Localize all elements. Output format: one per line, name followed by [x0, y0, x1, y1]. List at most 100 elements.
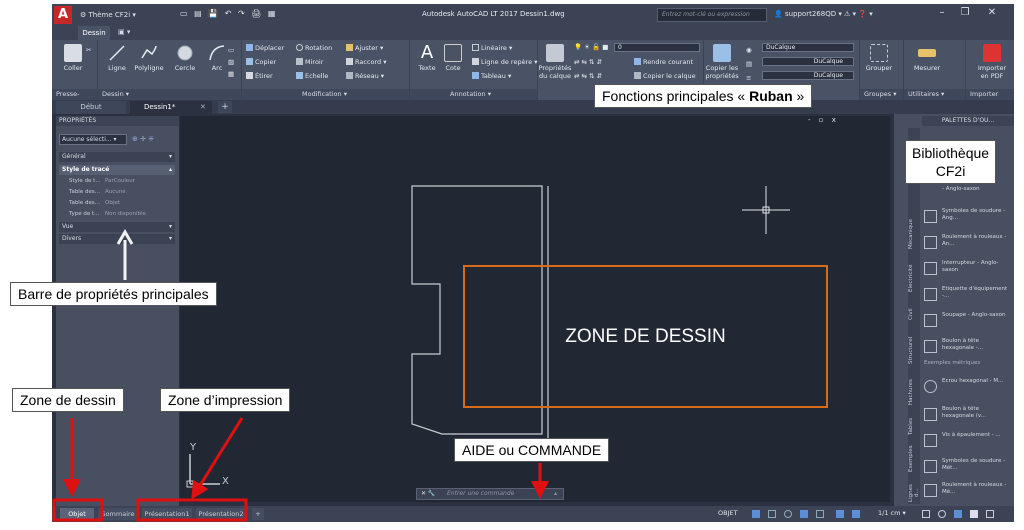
- layer-state-icons[interactable]: 💡 ☀ 🔓 ■: [574, 43, 608, 51]
- workspace-selector[interactable]: ⚙ Thème CF2i ▾: [80, 8, 170, 22]
- palette-tab[interactable]: Tables: [908, 414, 920, 438]
- plus-icon[interactable]: [922, 510, 930, 518]
- layout-tab-sommaire[interactable]: Sommaire: [98, 508, 138, 520]
- ligne-button[interactable]: Ligne: [102, 44, 132, 72]
- palette-tab[interactable]: Structurel: [908, 330, 920, 370]
- palette-item[interactable]: Symboles de soudure - Mét...: [924, 456, 1012, 480]
- palette-item[interactable]: Boulon à tête hexagonale -...: [924, 336, 1012, 360]
- layout-tab-presentation2[interactable]: Présentation2: [196, 508, 246, 520]
- lineaire-button[interactable]: Linéaire ▾: [472, 44, 512, 52]
- section-vue[interactable]: Vue ▾: [59, 222, 175, 232]
- lineweight-dropdown[interactable]: DuCalque: [762, 71, 854, 80]
- copier-calque-button[interactable]: Copier le calque: [634, 72, 696, 80]
- command-line[interactable]: ✕ 🔧 Entrer une commande ▴: [416, 488, 564, 500]
- model-space-toggle[interactable]: OBJET: [718, 509, 738, 517]
- workspace-icon[interactable]: [852, 510, 860, 518]
- new-tab-icon[interactable]: +: [218, 101, 232, 113]
- palette-item[interactable]: Boulon à tête hexagonale (v...: [924, 404, 1012, 428]
- maximize-icon[interactable]: ❐: [955, 7, 975, 18]
- polar-icon[interactable]: [816, 510, 824, 518]
- coller-button[interactable]: Coller: [58, 44, 88, 72]
- ligne-repere-button[interactable]: Ligne de repère ▾: [472, 58, 537, 66]
- palette-item[interactable]: - Anglo-saxon: [924, 184, 1012, 208]
- annotation-scale-icon[interactable]: [836, 510, 844, 518]
- layout-tab-presentation1[interactable]: Présentation1: [142, 508, 192, 520]
- tab-dessin[interactable]: Dessin: [78, 26, 110, 40]
- command-history-icon[interactable]: ▴: [554, 489, 557, 499]
- scale-dropdown[interactable]: 1/1 cm ▾: [878, 509, 906, 517]
- user-account[interactable]: 👤 support268QD ▾ ⚠ ▾ ❓ ▾: [774, 10, 873, 18]
- layer-dropdown[interactable]: 0: [614, 43, 700, 52]
- layer-tool-icons-2[interactable]: ⇄ ⇆ ⇅ ⇵: [574, 72, 602, 80]
- palette-item[interactable]: Roulement à rouleaux - An...: [924, 232, 1012, 256]
- minimize-icon[interactable]: –: [932, 7, 952, 18]
- copier-button[interactable]: Copier: [246, 58, 276, 66]
- quick-access-toolbar-icon[interactable]: ▭ ▤ 💾 ↶ ↷ 🖨 ▦: [180, 9, 277, 18]
- section-divers[interactable]: Divers ▾: [59, 234, 175, 244]
- close-icon[interactable]: ✕: [982, 7, 1002, 18]
- ortho-icon[interactable]: [800, 510, 808, 518]
- ribbon-tab-extra-icon[interactable]: ▣ ▾: [118, 28, 130, 36]
- palette-tab[interactable]: Mécanique: [908, 214, 920, 254]
- viewport-controls[interactable]: - ▫ x: [808, 116, 839, 124]
- command-input[interactable]: Entrer une commande: [447, 489, 514, 499]
- copier-proprietes-button[interactable]: Copier les propriétés: [704, 44, 740, 80]
- tableau-button[interactable]: Tableau ▾: [472, 72, 511, 80]
- palette-item[interactable]: Ecrou hexagonal - M...: [924, 376, 1012, 400]
- reseau-button[interactable]: Réseau ▾: [346, 72, 384, 80]
- deplacer-button[interactable]: Déplacer: [246, 44, 284, 52]
- color-dropdown[interactable]: DuCalque: [762, 43, 854, 52]
- rendre-courant-button[interactable]: Rendre courant: [634, 58, 693, 66]
- palette-tab[interactable]: Lignes d...: [908, 480, 920, 506]
- palette-item[interactable]: Interrupteur - Anglo-saxon: [924, 258, 1012, 282]
- palette-item[interactable]: Vis à épaulement - ...: [924, 430, 1012, 454]
- tab-debut[interactable]: Début: [56, 101, 126, 114]
- palette-item[interactable]: Etiquette d'équipement -...: [924, 284, 1012, 308]
- prop-row[interactable]: Table des... Aucune: [59, 187, 175, 197]
- palette-tab[interactable]: Hachures: [908, 374, 920, 410]
- customize-icon[interactable]: [986, 510, 994, 518]
- linetype-dropdown[interactable]: DuCalque: [762, 57, 854, 66]
- snap-icon[interactable]: [768, 510, 776, 518]
- palette-tab[interactable]: Electricité: [908, 258, 920, 298]
- palette-item[interactable]: Symboles de soudure - Ang...: [924, 206, 1012, 230]
- proprietes-calque-button[interactable]: Propriétés du calque: [538, 44, 572, 80]
- palette-item[interactable]: Roulement à rouleaux - Mé...: [924, 480, 1012, 504]
- fullscreen-icon[interactable]: [970, 510, 978, 518]
- cut-icon[interactable]: ✂: [86, 46, 91, 54]
- dessin-more-icon[interactable]: ▭ ▨ ▦: [228, 44, 234, 80]
- importer-pdf-button[interactable]: Importer en PDF: [974, 44, 1010, 80]
- section-general[interactable]: Général ▾: [59, 152, 175, 162]
- palette-tab[interactable]: Exemples: [908, 442, 920, 476]
- grid-icon[interactable]: [752, 510, 760, 518]
- command-close-icon[interactable]: ✕ 🔧: [421, 489, 435, 499]
- autocad-logo-icon[interactable]: A: [54, 6, 72, 24]
- osnap-icon[interactable]: [784, 510, 792, 518]
- ajuster-button[interactable]: Ajuster ▾: [346, 44, 383, 52]
- selection-dropdown[interactable]: Aucune sélecti... ▾: [59, 134, 127, 145]
- etirer-button[interactable]: Étirer: [246, 72, 273, 80]
- prop-row[interactable]: Style de t... ParCouleur: [59, 176, 175, 186]
- grouper-button[interactable]: Grouper: [864, 44, 894, 72]
- rotation-button[interactable]: Rotation: [296, 44, 332, 52]
- search-input[interactable]: Entrez mot-clé ou expression: [657, 8, 767, 22]
- mesurer-button[interactable]: Mesurer: [912, 44, 942, 72]
- layer-tool-icons[interactable]: ⇄ ⇆ ⇅ ⇵: [574, 58, 602, 66]
- raccord-button[interactable]: Raccord ▾: [346, 58, 387, 66]
- prop-row[interactable]: Type de t... Non disponible: [59, 209, 175, 219]
- polyligne-button[interactable]: Polyligne: [134, 44, 164, 72]
- miroir-button[interactable]: Miroir: [296, 58, 323, 66]
- palette-item[interactable]: Soupape - Anglo-saxon: [924, 310, 1012, 334]
- settings-icon[interactable]: [938, 510, 946, 518]
- isolate-icon[interactable]: [954, 510, 962, 518]
- cercle-button[interactable]: Cercle: [170, 44, 200, 72]
- tab-dessin1[interactable]: Dessin1* ✕: [130, 101, 212, 114]
- layout-tab-objet[interactable]: Objet: [60, 508, 94, 520]
- section-style-trace[interactable]: Style de tracé ▴: [59, 165, 175, 175]
- prop-row[interactable]: Table des... Objet: [59, 198, 175, 208]
- palette-tab[interactable]: Civil: [908, 302, 920, 326]
- quick-select-icon[interactable]: ⊕ ✛ ⁜: [132, 135, 154, 143]
- cote-button[interactable]: Cote: [438, 44, 468, 72]
- close-tab-icon[interactable]: ✕: [200, 101, 206, 114]
- echelle-button[interactable]: Echelle: [296, 72, 328, 80]
